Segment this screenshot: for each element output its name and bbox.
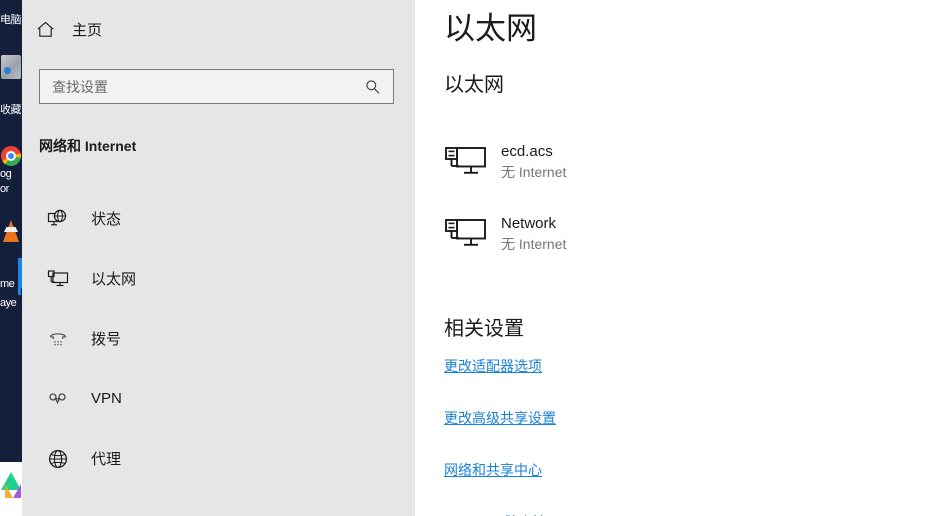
link-change-adapter-options[interactable]: 更改适配器选项	[444, 356, 874, 376]
related-settings-links: 更改适配器选项 更改高级共享设置 网络和共享中心 Windows 防火墙	[444, 356, 874, 516]
search-input-placeholder: 查找设置	[52, 78, 108, 95]
sidebar-item-proxy-label: 代理	[91, 451, 122, 468]
ethernet-adapter-icon	[444, 217, 488, 251]
desktop-icon-label-computer: 电脑	[0, 14, 22, 26]
desktop-icon-label-chrome-2: or	[0, 183, 9, 195]
sidebar-category-heading: 网络和 Internet	[39, 138, 137, 154]
link-windows-firewall[interactable]: Windows 防火墙	[444, 512, 874, 516]
chrome-icon[interactable]	[1, 146, 21, 166]
network-status-icon	[47, 208, 69, 230]
sidebar-item-dialup-label: 拨号	[91, 331, 122, 348]
link-network-and-sharing-center[interactable]: 网络和共享中心	[444, 460, 874, 480]
sidebar-home-label: 主页	[72, 21, 103, 39]
list-item[interactable]: ecd.acs 无 Internet	[444, 136, 874, 188]
list-item[interactable]: Network 无 Internet	[444, 208, 874, 260]
recycle-bin-icon[interactable]	[1, 55, 21, 79]
adapter-status: 无 Internet	[501, 236, 567, 252]
sidebar-item-status-label: 状态	[91, 211, 122, 228]
nav-selection-accent	[18, 442, 21, 475]
nav-selection-accent	[18, 382, 21, 415]
vpn-key-icon	[47, 388, 69, 410]
screen: 电脑 收藏 og or me aye 主页 查找设置 网络和 Internet …	[0, 0, 938, 516]
sidebar-item-ethernet-label: 以太网	[91, 271, 137, 288]
sidebar-item-vpn-label: VPN	[91, 390, 122, 407]
triangles-app-icon[interactable]	[1, 470, 21, 504]
desktop-icon-label-player-2: aye	[0, 297, 17, 309]
search-icon[interactable]	[365, 79, 381, 95]
sidebar-item-ethernet[interactable]: 以太网	[18, 258, 415, 299]
settings-window: 主页 查找设置 网络和 Internet 状态 以太网 拨号 VPN 代理 以太…	[18, 0, 938, 516]
nav-selection-accent	[18, 202, 21, 235]
adapter-name: ecd.acs	[501, 143, 553, 160]
link-change-advanced-sharing-settings[interactable]: 更改高级共享设置	[444, 408, 874, 428]
search-input[interactable]: 查找设置	[39, 69, 394, 104]
nav-selection-accent	[18, 262, 21, 295]
adapter-texts: ecd.acs 无 Internet	[501, 142, 566, 182]
globe-proxy-icon	[47, 448, 69, 470]
nav-selection-accent	[18, 322, 21, 355]
home-icon	[36, 20, 55, 39]
sidebar-item-proxy[interactable]: 代理	[22, 438, 415, 479]
ethernet-adapter-icon	[444, 145, 488, 179]
sidebar-item-dialup[interactable]: 拨号	[22, 318, 415, 359]
sidebar-nav: 状态 以太网 拨号 VPN 代理	[18, 198, 415, 498]
ethernet-adapter-list: ecd.acs 无 Internet Network 无 Internet	[444, 136, 874, 280]
settings-sidebar: 主页 查找设置 网络和 Internet 状态 以太网 拨号 VPN 代理	[18, 0, 415, 516]
desktop-icon-label-chrome-1: og	[0, 168, 12, 180]
ethernet-icon	[47, 268, 69, 290]
page-title: 以太网	[444, 11, 537, 46]
section-title-ethernet: 以太网	[444, 74, 504, 96]
sidebar-home-button[interactable]: 主页	[36, 14, 336, 44]
adapter-name: Network	[501, 215, 557, 232]
related-settings-title: 相关设置	[444, 318, 524, 340]
dialup-phone-icon	[47, 328, 69, 350]
desktop-icon-label-favorites: 收藏	[0, 104, 22, 116]
sidebar-item-vpn[interactable]: VPN	[22, 378, 415, 419]
sidebar-item-status[interactable]: 状态	[22, 198, 415, 239]
adapter-texts: Network 无 Internet	[501, 214, 566, 254]
adapter-status: 无 Internet	[501, 164, 567, 180]
settings-content: 以太网 以太网 ecd.acs 无 Internet Network 无 Int…	[415, 0, 938, 516]
